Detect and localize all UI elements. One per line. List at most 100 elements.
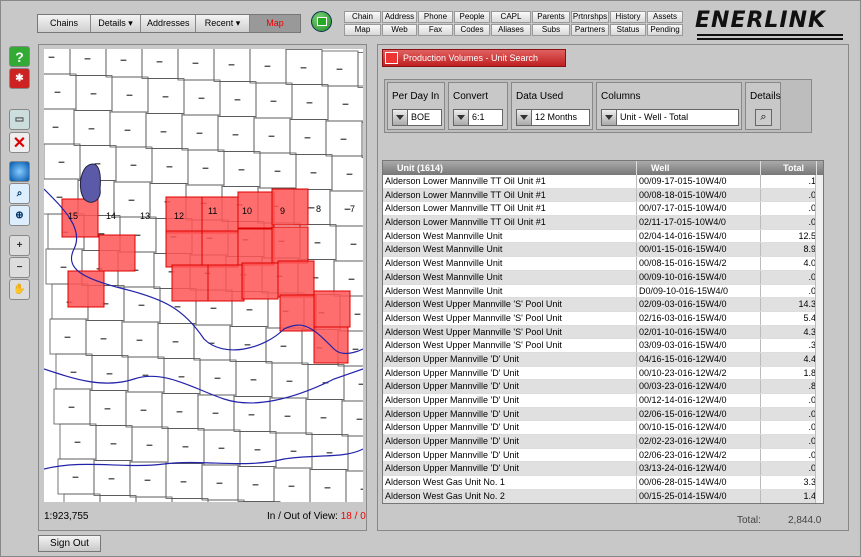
- table-row[interactable]: Alderson Upper Mannville 'D' Unit 04/16-1…: [383, 352, 823, 367]
- map-cell-dash: –: [217, 478, 222, 488]
- alert-icon[interactable]: ✱: [9, 68, 30, 89]
- quicklink-people[interactable]: People: [454, 11, 490, 23]
- convert-select[interactable]: 6:1: [453, 109, 503, 126]
- tab-details[interactable]: Details ▾: [91, 15, 141, 32]
- table-row[interactable]: Alderson West Gas Unit No. 1 00/06-28-015…: [383, 476, 823, 490]
- highlighted-section[interactable]: [271, 188, 309, 226]
- columns-select[interactable]: Unit - Well - Total: [601, 109, 739, 126]
- col-unit[interactable]: Unit (1614): [383, 161, 637, 175]
- grid-scrollbar[interactable]: [815, 175, 823, 503]
- zoom-out-icon[interactable]: −: [9, 257, 30, 278]
- quicklink-aliases[interactable]: Aliases: [491, 24, 531, 36]
- highlighted-section[interactable]: [171, 264, 209, 302]
- map-cell-dash: –: [157, 56, 162, 66]
- quicklink-phone[interactable]: Phone: [418, 11, 453, 23]
- details-search-icon[interactable]: ⌕: [755, 109, 772, 126]
- col-well[interactable]: Well: [637, 161, 761, 175]
- tab-map[interactable]: Map: [250, 15, 300, 32]
- quicklink-fax[interactable]: Fax: [418, 24, 453, 36]
- map-view[interactable]: – – – – – – – – – – – – – – – – – – – – – – – – – – – – – – – – – – – – – – – –…: [44, 49, 363, 502]
- quicklink-status[interactable]: Status: [610, 24, 646, 36]
- table-row[interactable]: Alderson Upper Mannville 'D' Unit 00/12-1…: [383, 394, 823, 408]
- table-row[interactable]: Alderson Lower Mannville TT Oil Unit #1 0…: [383, 175, 823, 189]
- cell-total: .0: [761, 284, 819, 298]
- data-used-select[interactable]: 12 Months: [516, 109, 590, 126]
- table-row[interactable]: Alderson West Mannville Unit 02/04-14-016…: [383, 229, 823, 244]
- map-cell-dash: –: [53, 122, 58, 132]
- quicklink-pending[interactable]: Pending: [647, 24, 683, 36]
- highlighted-section[interactable]: [277, 260, 315, 298]
- quicklink-address[interactable]: Address: [382, 11, 417, 23]
- grid-header: Unit (1614) Well Total: [383, 161, 823, 175]
- export-icon[interactable]: [311, 11, 332, 32]
- table-row[interactable]: Alderson Upper Mannville 'D' Unit 00/03-2…: [383, 380, 823, 394]
- cell-unit: Alderson West Mannville Unit: [383, 257, 637, 270]
- table-row[interactable]: Alderson West Mannville Unit 00/09-10-016…: [383, 270, 823, 285]
- table-row[interactable]: Alderson West Upper Mannville 'S' Pool U…: [383, 339, 823, 353]
- highlighted-section[interactable]: [207, 264, 245, 302]
- collapse-icon[interactable]: [385, 52, 398, 64]
- map-cell-dash: –: [131, 160, 136, 170]
- map-cell-dash: –: [107, 368, 112, 378]
- highlighted-section[interactable]: [98, 234, 136, 272]
- table-row[interactable]: Alderson Lower Mannville TT Oil Unit #1 0…: [383, 202, 823, 217]
- table-row[interactable]: Alderson West Upper Mannville 'S' Pool U…: [383, 325, 823, 340]
- cell-well: 00/03-23-016-12W4/0: [637, 380, 761, 393]
- table-row[interactable]: Alderson Lower Mannville TT Oil Unit #1 0…: [383, 216, 823, 230]
- highlighted-section[interactable]: [237, 228, 275, 266]
- table-row[interactable]: Alderson Upper Mannville 'D' Unit 00/10-1…: [383, 421, 823, 436]
- highlighted-section[interactable]: [241, 262, 279, 300]
- table-row[interactable]: Alderson West Gas Unit No. 2 00/15-25-014…: [383, 489, 823, 503]
- tab-chains[interactable]: Chains: [38, 15, 91, 32]
- highlighted-section[interactable]: [271, 226, 309, 264]
- cell-total: .0: [761, 394, 819, 407]
- map-cell-dash: –: [349, 274, 354, 284]
- sign-out-button[interactable]: Sign Out: [38, 535, 101, 552]
- table-row[interactable]: Alderson West Mannville Unit D0/09-10-016…: [383, 284, 823, 299]
- quicklink-web[interactable]: Web: [382, 24, 417, 36]
- quicklink-chain[interactable]: Chain: [344, 11, 381, 23]
- table-row[interactable]: Alderson Lower Mannville TT Oil Unit #1 0…: [383, 188, 823, 203]
- highlighted-section[interactable]: [313, 326, 349, 364]
- col-total[interactable]: Total: [761, 161, 817, 175]
- clear-icon[interactable]: ✕: [9, 132, 30, 153]
- map-cell-dash: –: [199, 93, 204, 103]
- table-row[interactable]: Alderson West Mannville Unit 00/01-15-016…: [383, 243, 823, 258]
- map-grid: – – – – – – – – – – – – – – – – – – – – – – – – – – – – – – – – – – – – – – – –…: [44, 49, 363, 502]
- per-day-select[interactable]: BOE: [392, 109, 442, 126]
- select-icon[interactable]: ▭: [9, 109, 30, 130]
- quicklink-codes[interactable]: Codes: [454, 24, 490, 36]
- table-row[interactable]: Alderson Upper Mannville 'D' Unit 02/06-1…: [383, 407, 823, 422]
- highlighted-section[interactable]: [201, 230, 239, 268]
- table-row[interactable]: Alderson Upper Mannville 'D' Unit 00/10-2…: [383, 366, 823, 381]
- table-row[interactable]: Alderson West Upper Mannville 'S' Pool U…: [383, 298, 823, 312]
- table-row[interactable]: Alderson West Mannville Unit 00/08-15-016…: [383, 257, 823, 271]
- zoom-map-icon[interactable]: ⊕: [9, 205, 30, 226]
- table-row[interactable]: Alderson Upper Mannville 'D' Unit 02/02-2…: [383, 435, 823, 449]
- quicklink-parents[interactable]: Parents: [532, 11, 570, 23]
- quicklink-partners[interactable]: Partners: [571, 24, 609, 36]
- quicklink-history[interactable]: History: [610, 11, 646, 23]
- panel-title[interactable]: Production Volumes - Unit Search: [382, 49, 566, 67]
- globe-icon[interactable]: [9, 161, 30, 182]
- quicklink-prtnrshps[interactable]: Prtnrshps: [571, 11, 609, 23]
- quicklink-capl[interactable]: CAPL: [491, 11, 531, 23]
- tab-addresses[interactable]: Addresses: [141, 15, 196, 32]
- zoom-extent-icon[interactable]: ⌕: [9, 183, 30, 204]
- quicklink-subs[interactable]: Subs: [532, 24, 570, 36]
- pan-hand-icon[interactable]: ✋: [9, 279, 30, 300]
- table-row[interactable]: Alderson Upper Mannville 'D' Unit 03/13-2…: [383, 462, 823, 477]
- cell-unit: Alderson Upper Mannville 'D' Unit: [383, 462, 637, 476]
- highlighted-section[interactable]: [313, 290, 351, 328]
- highlighted-section[interactable]: [165, 230, 203, 268]
- cell-well: 00/06-28-015-14W4/0: [637, 476, 761, 489]
- township-label: 11: [208, 206, 217, 216]
- tab-recent[interactable]: Recent ▾: [196, 15, 250, 32]
- table-row[interactable]: Alderson Upper Mannville 'D' Unit 02/06-2…: [383, 448, 823, 463]
- quicklink-map[interactable]: Map: [344, 24, 381, 36]
- table-row[interactable]: Alderson West Upper Mannville 'S' Pool U…: [383, 311, 823, 326]
- help-icon[interactable]: ?: [9, 46, 30, 67]
- map-cell-dash: –: [307, 97, 312, 107]
- zoom-in-icon[interactable]: +: [9, 235, 30, 256]
- quicklink-assets[interactable]: Assets: [647, 11, 683, 23]
